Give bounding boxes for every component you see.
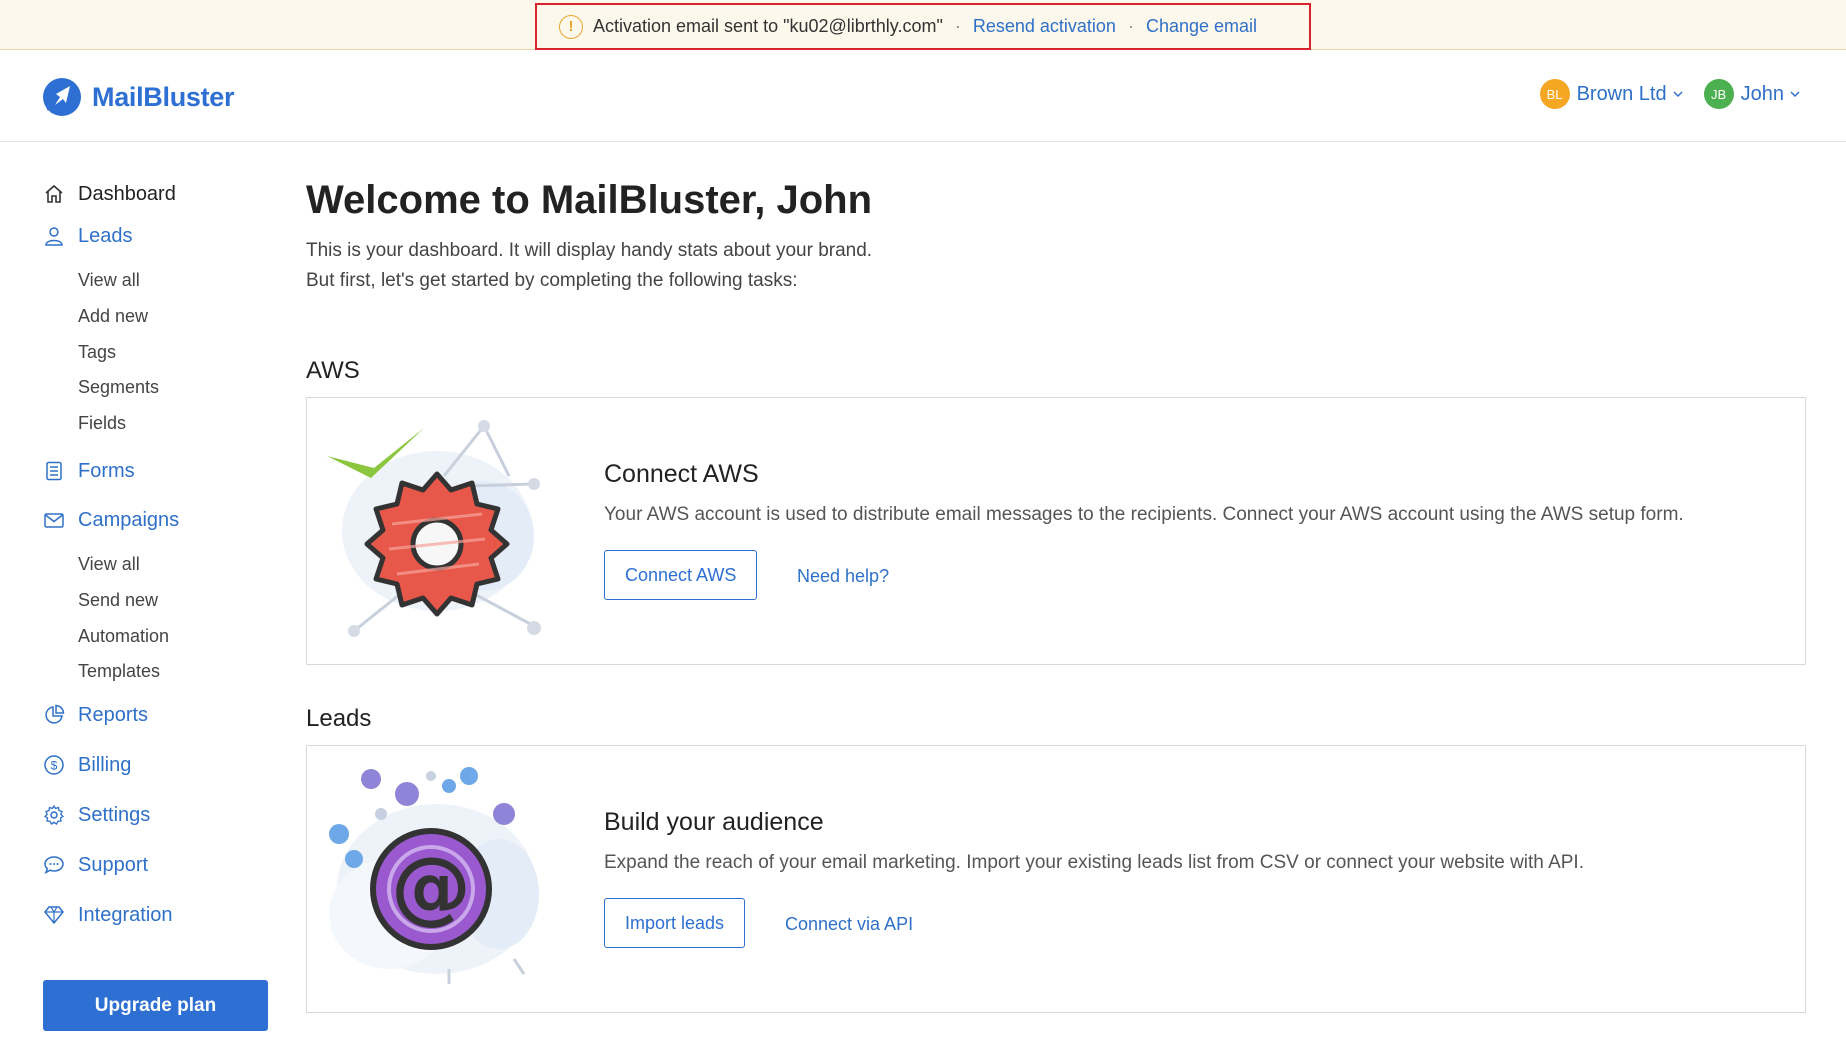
sidebar-item-campaigns[interactable]: Campaigns [42,508,179,532]
notice-separator: · [954,16,961,36]
sidebar-subitem-campaigns-view-all[interactable]: View all [78,554,140,575]
at-sign-audience-illustration-icon: @ [329,767,539,984]
card-description: Your AWS account is used to distribute e… [604,504,1684,525]
sidebar-item-billing[interactable]: $ Billing [42,753,131,777]
sidebar-subitem-campaigns-send-new[interactable]: Send new [78,590,158,611]
sidebar-item-support[interactable]: Support [42,853,148,877]
card-description: Expand the reach of your email marketing… [604,852,1584,873]
task-card-leads: @ Build your audience Expand the reach o… [306,745,1806,1013]
import-leads-button[interactable]: Import leads [604,898,746,948]
account-switchers: BL Brown Ltd JB John [1520,79,1801,109]
diamond-icon [42,903,66,927]
sidebar-item-label: Forms [78,459,135,482]
sidebar-subitem-campaigns-automation[interactable]: Automation [78,626,169,647]
sidebar-item-label: Support [78,853,149,876]
page-title: Welcome to MailBluster, John [306,178,873,222]
rocket-logo-icon [43,78,81,116]
sidebar-subitem-leads-tags[interactable]: Tags [78,342,116,363]
notice-text: Activation email sent to "ku02@librthly.… [593,16,943,36]
upgrade-plan-button[interactable]: Upgrade plan [43,980,268,1031]
sidebar-item-label: Reports [78,703,149,726]
sidebar-item-settings[interactable]: Settings [42,803,150,827]
section-title-aws: AWS [306,357,360,384]
intro-text-line-1: This is your dashboard. It will display … [306,240,873,261]
notice-separator: · [1127,16,1134,36]
sidebar-item-reports[interactable]: Reports [42,703,148,727]
home-icon [42,182,66,206]
gear-icon [42,803,66,827]
sidebar-item-label: Leads [78,224,133,247]
sidebar-nav: Dashboard Leads View all Add new Tags Se… [0,142,290,1055]
activation-notice: ! Activation email sent to "ku02@librthl… [535,3,1311,50]
connect-aws-button[interactable]: Connect AWS [604,550,758,600]
svg-text:$: $ [51,759,58,773]
chevron-down-icon [1790,91,1800,98]
user-icon [42,224,66,248]
intro-text-line-2: But first, let's get started by completi… [306,270,798,291]
sidebar-subitem-campaigns-templates[interactable]: Templates [78,661,160,682]
brand-name: MailBluster [92,81,235,112]
need-help-link[interactable]: Need help? [797,566,889,587]
brand-avatar: BL [1539,79,1570,109]
sidebar-item-label: Integration [78,903,173,926]
sidebar-subitem-leads-fields[interactable]: Fields [78,413,126,434]
chevron-down-icon [1673,91,1683,98]
sidebar-item-label: Dashboard [78,182,176,205]
brand-logo[interactable]: MailBluster [42,77,235,117]
svg-text:@: @ [391,840,471,933]
brand-switcher-label: Brown Ltd [1576,82,1667,105]
user-switcher-label: John [1740,82,1784,105]
card-title: Build your audience [604,808,824,836]
sidebar-subitem-leads-add-new[interactable]: Add new [78,306,148,327]
chat-bubble-icon [42,853,66,877]
sidebar-item-label: Campaigns [78,508,180,531]
dollar-circle-icon: $ [42,753,66,777]
envelope-icon [42,508,66,532]
gear-setup-illustration-icon [327,420,541,637]
brand-switcher[interactable]: BL Brown Ltd [1539,79,1684,109]
user-avatar: JB [1703,79,1734,109]
sidebar-item-forms[interactable]: Forms [42,459,135,483]
sidebar-item-dashboard[interactable]: Dashboard [42,182,176,206]
user-switcher[interactable]: JB John [1703,79,1801,109]
warning-icon: ! [559,14,583,39]
sidebar-subitem-leads-segments[interactable]: Segments [78,377,159,398]
sidebar-item-label: Billing [78,753,132,776]
section-title-leads: Leads [306,705,372,732]
activation-notice-bar: ! Activation email sent to "ku02@librthl… [0,0,1846,50]
task-card-aws: Connect AWS Your AWS account is used to … [306,397,1806,665]
pie-chart-icon [42,703,66,727]
sidebar-item-integration[interactable]: Integration [42,903,173,927]
top-header: MailBluster BL Brown Ltd JB John [0,50,1846,142]
resend-activation-link[interactable]: Resend activation [973,16,1116,37]
form-list-icon [42,459,66,483]
connect-via-api-link[interactable]: Connect via API [785,914,913,935]
sidebar-item-label: Settings [78,803,151,826]
card-title: Connect AWS [604,460,759,488]
sidebar-item-leads[interactable]: Leads [42,224,133,248]
sidebar-subitem-leads-view-all[interactable]: View all [78,270,140,291]
change-email-link[interactable]: Change email [1146,16,1257,37]
